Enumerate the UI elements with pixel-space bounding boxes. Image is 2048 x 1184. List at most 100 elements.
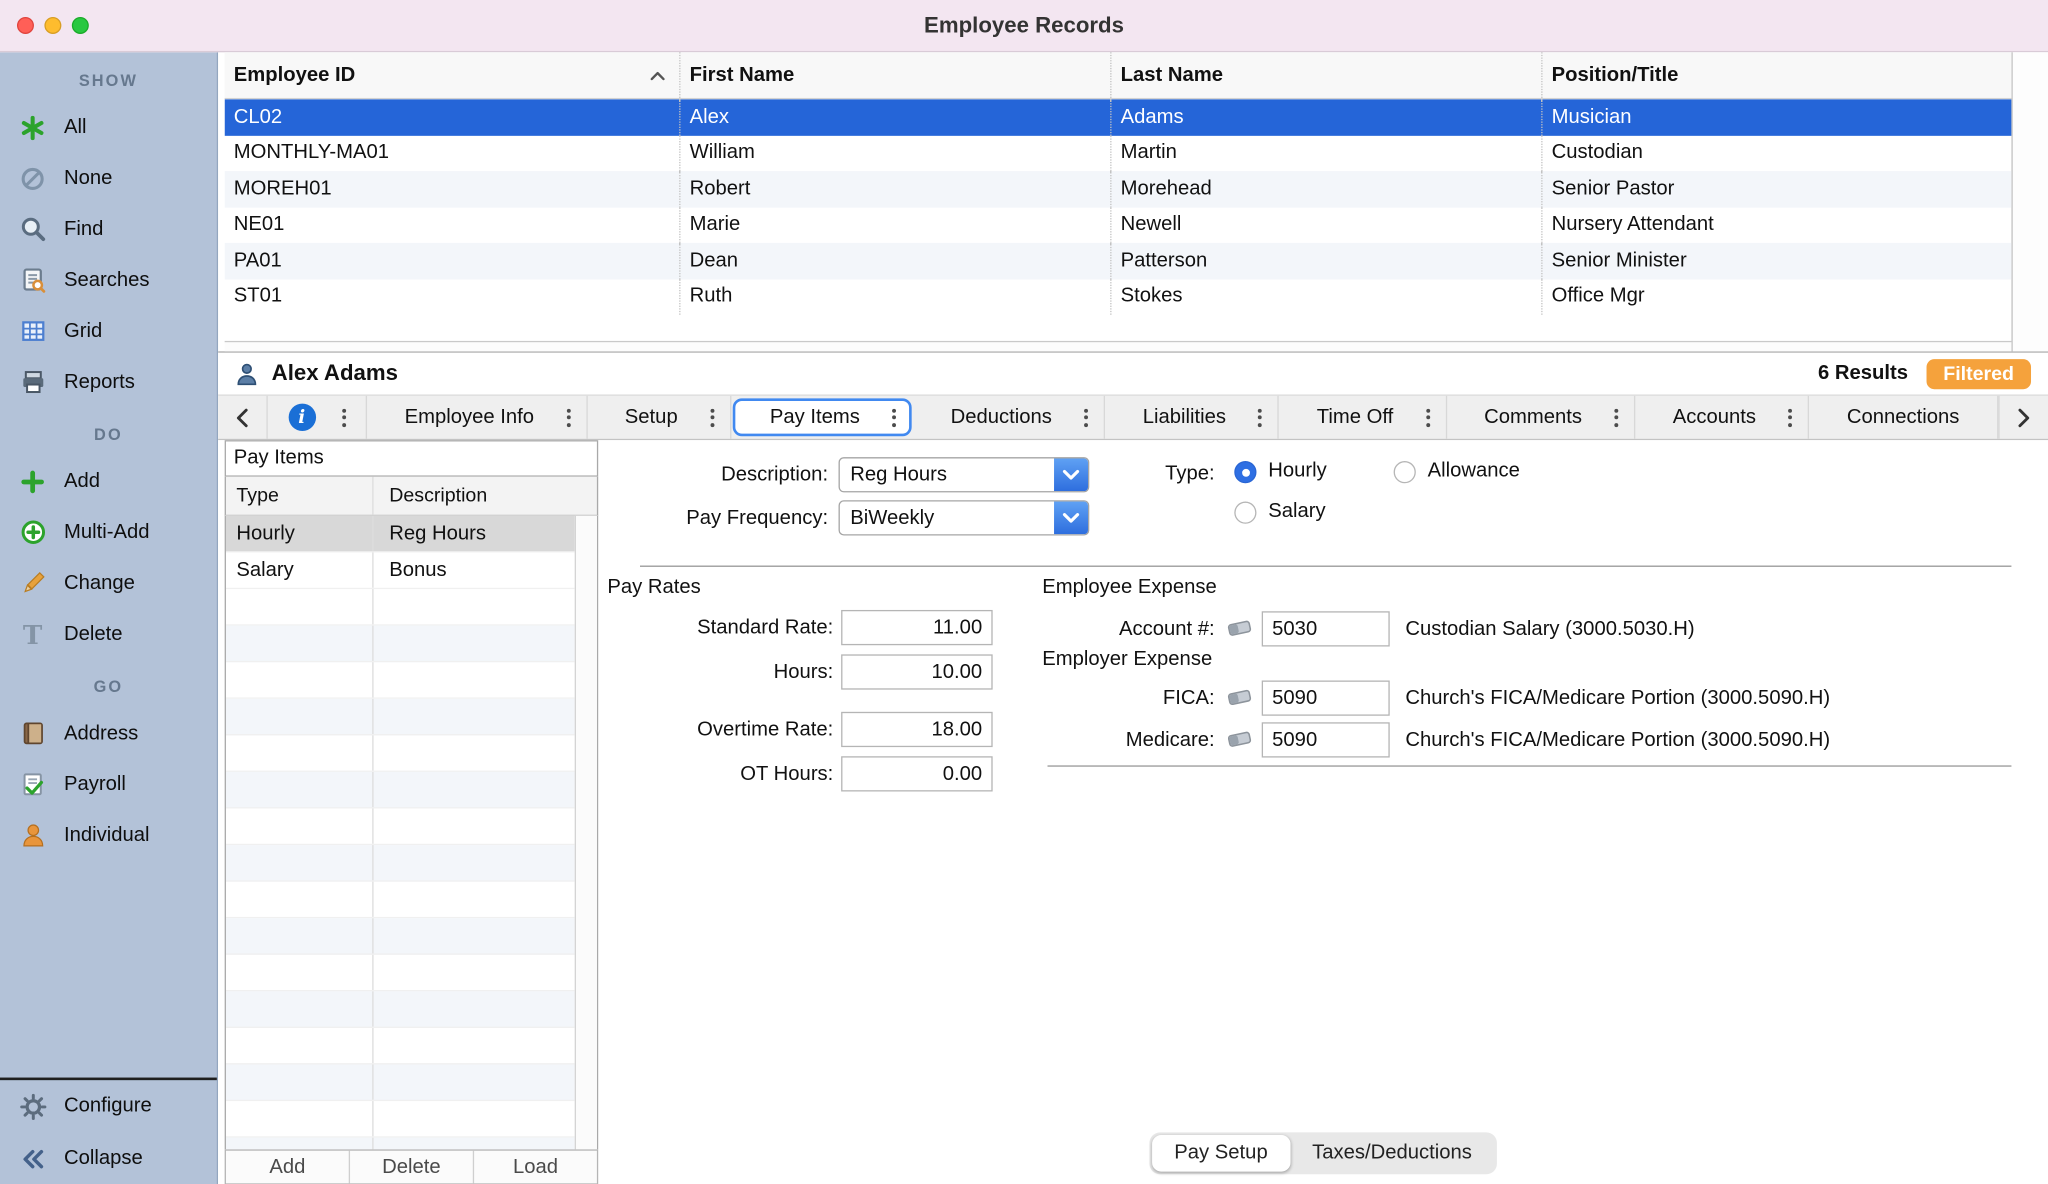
tab-label: Accounts	[1651, 406, 1778, 430]
pay-item-row-empty[interactable]	[226, 735, 575, 772]
medicare-account-input[interactable]: 5090	[1262, 722, 1390, 757]
tab-pay-setup[interactable]: Pay Setup	[1152, 1135, 1290, 1172]
zoom-window-button[interactable]	[72, 17, 89, 34]
tab-scroll-right-button[interactable]	[1998, 396, 2048, 439]
tab-comments[interactable]: Comments	[1447, 396, 1636, 439]
tab-deductions[interactable]: Deductions	[913, 396, 1105, 439]
sidebar-item-address[interactable]: Address	[0, 708, 217, 759]
pay-item-row-salary[interactable]: SalaryBonus	[226, 552, 575, 589]
pay-item-row-empty[interactable]	[226, 955, 575, 992]
column-header-description[interactable]: Description	[374, 477, 597, 515]
tab-connections[interactable]: Connections	[1809, 396, 1998, 439]
description-dropdown[interactable]: Reg Hours	[839, 457, 1090, 492]
sidebar-item-delete[interactable]: TDelete	[0, 609, 217, 660]
radio-hourly[interactable]: Hourly	[1234, 460, 1326, 484]
fica-account-input[interactable]: 5090	[1262, 680, 1390, 715]
tab-options-icon[interactable]	[1084, 408, 1088, 426]
account-lookup-icon[interactable]	[1226, 619, 1253, 639]
pay-item-row-empty[interactable]	[226, 1138, 575, 1150]
employee-row-monthly-ma01[interactable]: MONTHLY-MA01WilliamMartinCustodian	[225, 135, 2012, 171]
sidebar-item-configure[interactable]: Configure	[0, 1080, 217, 1132]
tab-options-icon[interactable]	[1614, 408, 1618, 426]
pay-item-row-empty[interactable]	[226, 1028, 575, 1065]
pay-item-row-empty[interactable]	[226, 589, 575, 626]
horizontal-scrollbar[interactable]	[225, 341, 2012, 351]
account-lookup-icon[interactable]	[1226, 730, 1253, 750]
radio-button-selected[interactable]	[1234, 460, 1256, 482]
sidebar-item-multi-add[interactable]: Multi-Add	[0, 507, 217, 558]
column-header-first-name[interactable]: First Name	[679, 52, 1110, 98]
vertical-scrollbar[interactable]	[2011, 52, 2048, 351]
account-lookup-icon[interactable]	[1226, 688, 1253, 708]
pay-item-row-empty[interactable]	[226, 772, 575, 809]
sidebar-item-collapse[interactable]: Collapse	[0, 1132, 217, 1184]
sidebar-item-change[interactable]: Change	[0, 558, 217, 609]
radio-allowance[interactable]: Allowance	[1394, 460, 1520, 484]
pay-item-row-empty[interactable]	[226, 662, 575, 699]
employee-row-ne01[interactable]: NE01MarieNewellNursery Attendant	[225, 207, 2012, 243]
tab-taxes-deductions[interactable]: Taxes/Deductions	[1290, 1135, 1494, 1172]
employee-row-pa01[interactable]: PA01DeanPattersonSenior Minister	[225, 243, 2012, 279]
tab-scroll-left-button[interactable]	[218, 396, 268, 439]
employee-row-moreh01[interactable]: MOREH01RobertMoreheadSenior Pastor	[225, 171, 2012, 207]
pay-item-row-empty[interactable]	[226, 991, 575, 1028]
sidebar-item-find[interactable]: Find	[0, 204, 217, 255]
sidebar-item-all[interactable]: All	[0, 102, 217, 153]
employee-row-st01[interactable]: ST01RuthStokesOffice Mgr	[225, 279, 2012, 315]
sidebar-item-payroll[interactable]: Payroll	[0, 759, 217, 810]
pay-frequency-dropdown[interactable]: BiWeekly	[839, 500, 1090, 535]
ot-hours-input[interactable]: 0.00	[841, 756, 993, 791]
tab-options-icon[interactable]	[1258, 408, 1262, 426]
tab-options-icon[interactable]	[342, 408, 346, 426]
pay-items-scrollbar[interactable]	[575, 516, 597, 1149]
pay-item-row-empty[interactable]	[226, 808, 575, 845]
pay-item-row-empty[interactable]	[226, 918, 575, 955]
tab-setup[interactable]: Setup	[587, 396, 731, 439]
sidebar-item-searches[interactable]: Searches	[0, 255, 217, 306]
tab-options-icon[interactable]	[1788, 408, 1792, 426]
tab-options-icon[interactable]	[892, 408, 896, 426]
tab-time-off[interactable]: Time Off	[1279, 396, 1446, 439]
tab-accounts[interactable]: Accounts	[1635, 396, 1809, 439]
pay-item-row-empty[interactable]	[226, 1101, 575, 1138]
pay-item-row-empty[interactable]	[226, 882, 575, 919]
chevron-down-icon[interactable]	[1054, 458, 1088, 491]
app-window: Employee Records SHOWAllNoneFindSearches…	[0, 0, 2048, 1184]
column-header-employee-id[interactable]: Employee ID	[225, 52, 680, 98]
radio-button[interactable]	[1234, 501, 1256, 523]
add-pay-item-button[interactable]: Add	[226, 1151, 350, 1184]
pay-item-row-empty[interactable]	[226, 626, 575, 663]
tab-employee-info[interactable]: Employee Info	[367, 396, 587, 439]
column-header-position-title[interactable]: Position/Title	[1541, 52, 2011, 98]
sidebar-item-add[interactable]: Add	[0, 456, 217, 507]
filtered-badge[interactable]: Filtered	[1926, 359, 2031, 389]
employee-row-cl02[interactable]: CL02AlexAdamsMusician	[225, 99, 2012, 135]
sidebar-item-grid[interactable]: Grid	[0, 306, 217, 357]
chevron-down-icon[interactable]	[1054, 502, 1088, 535]
column-header-type[interactable]: Type	[226, 477, 374, 515]
sidebar-item-individual[interactable]: Individual	[0, 810, 217, 861]
tab-pay-items[interactable]: Pay Items	[732, 398, 912, 436]
minimize-window-button[interactable]	[44, 17, 61, 34]
account-number-input[interactable]: 5030	[1262, 611, 1390, 646]
pay-item-row-empty[interactable]	[226, 1064, 575, 1101]
close-window-button[interactable]	[17, 17, 34, 34]
standard-rate-input[interactable]: 11.00	[841, 610, 993, 645]
tab-options-icon[interactable]	[1426, 408, 1430, 426]
radio-salary[interactable]: Salary	[1234, 500, 1325, 524]
hours-input[interactable]: 10.00	[841, 654, 993, 689]
pay-item-row-empty[interactable]	[226, 699, 575, 736]
overtime-rate-input[interactable]: 18.00	[841, 712, 993, 747]
tab-options-icon[interactable]	[566, 408, 570, 426]
tab-options-icon[interactable]	[710, 408, 714, 426]
column-header-last-name[interactable]: Last Name	[1110, 52, 1541, 98]
load-pay-item-button[interactable]: Load	[474, 1151, 597, 1184]
delete-pay-item-button[interactable]: Delete	[350, 1151, 474, 1184]
radio-button[interactable]	[1394, 460, 1416, 482]
tab-liabilities[interactable]: Liabilities	[1105, 396, 1279, 439]
sidebar-item-reports[interactable]: Reports	[0, 357, 217, 408]
tab-record-info[interactable]: i	[268, 396, 367, 439]
pay-item-row-empty[interactable]	[226, 845, 575, 882]
sidebar-item-none[interactable]: None	[0, 153, 217, 204]
pay-item-row-hourly[interactable]: HourlyReg Hours	[226, 516, 575, 553]
